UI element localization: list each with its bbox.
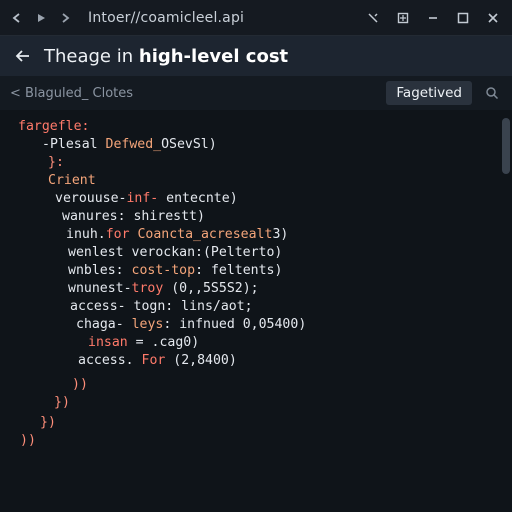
code-token: )) (72, 377, 88, 392)
sub-toolbar: < Blaguled_ Clotes Fagetived (0, 76, 512, 110)
code-token: (2,8400) (165, 353, 237, 368)
search-icon[interactable] (482, 83, 502, 103)
code-token: 3) (272, 227, 289, 242)
code-token: -Plesal (42, 137, 106, 152)
code-token: wanures: shirestt) (62, 209, 205, 224)
code-token: wnbles: (68, 263, 132, 278)
code-line: }) (40, 414, 56, 432)
code-line: access. For (2,8400) (78, 352, 237, 370)
page-title-prefix: Theage in (44, 45, 134, 67)
pin-icon[interactable] (362, 7, 384, 29)
code-token: OSevSl) (161, 137, 217, 152)
code-token: access- togn: lins/aot; (70, 299, 253, 314)
code-line: )) (20, 432, 36, 450)
minimize-icon[interactable] (422, 7, 444, 29)
code-token: Defwed_ (105, 137, 162, 152)
code-token: fargefle: (18, 119, 90, 134)
code-line: }) (54, 394, 70, 412)
code-token: insan (88, 335, 128, 350)
code-line: -Plesal Defwed_OSevSl) (42, 136, 217, 154)
code-editor[interactable]: fargefle: -Plesal Defwed_OSevSl)}: Crient v… (0, 110, 512, 512)
code-line: Crient (48, 172, 96, 190)
arrow-left-icon[interactable] (12, 45, 34, 67)
fagetived-button[interactable]: Fagetived (386, 81, 472, 105)
code-token: Coancta_acresealt (137, 227, 273, 242)
code-line: access- togn: lins/aot; (70, 298, 253, 316)
code-token: = .cag0) (127, 335, 200, 350)
code-line: wenlest verockan:(Pelterto) (68, 244, 282, 262)
code-token: : infnued 0,05400) (163, 317, 307, 332)
page-title: Theage in high-level cost (44, 46, 288, 67)
play-icon[interactable] (32, 9, 50, 27)
code-line: )) (72, 376, 88, 394)
code-token: }) (54, 395, 70, 410)
page-header: Theage in high-level cost (0, 36, 512, 76)
breadcrumb[interactable]: < Blaguled_ Clotes (10, 86, 133, 101)
code-token: )) (20, 433, 36, 448)
code-line: wanures: shirestt) (62, 208, 205, 226)
code-token: wnunest- (68, 281, 132, 296)
code-token: }: (48, 155, 64, 170)
code-token: cost-top (131, 263, 196, 278)
page-title-bold: high-level cost (138, 45, 289, 67)
code-token: (0,,5S5S2); (163, 281, 259, 296)
code-token: leys (131, 317, 164, 332)
url-bar[interactable]: Intoer//coamicleel.api (88, 10, 362, 26)
code-token: for (105, 227, 138, 242)
code-line: verouuse-inf- entecnte) (55, 190, 238, 208)
code-token: : feltents) (195, 263, 283, 278)
code-line: wnunest-troy (0,,5S5S2); (68, 280, 259, 298)
code-line: chaga- leys: infnued 0,05400) (76, 316, 306, 334)
code-token: }) (40, 415, 56, 430)
code-line: wnbles: cost-top: feltents) (68, 262, 282, 280)
code-token: inuh. (66, 227, 106, 242)
code-line: inuh.for Coancta_acresealt3) (66, 226, 288, 244)
close-icon[interactable] (482, 7, 504, 29)
browser-toolbar: Intoer//coamicleel.api (0, 0, 512, 36)
code-token: access. (78, 353, 142, 368)
code-token: entecnte) (158, 191, 238, 206)
code-token: For (141, 353, 166, 368)
code-token: Crient (48, 173, 96, 188)
code-line: fargefle: (18, 118, 89, 136)
maximize-icon[interactable] (452, 7, 474, 29)
code-line: }: (48, 154, 64, 172)
chevron-right-icon[interactable] (56, 9, 74, 27)
chevron-left-icon[interactable] (8, 9, 26, 27)
code-token: verouuse- (55, 191, 127, 206)
code-token: chaga- (76, 317, 132, 332)
code-token: troy (131, 281, 164, 296)
code-line: insan = .cag0) (88, 334, 199, 352)
code-token: wenlest verockan:(Pelterto) (68, 245, 283, 260)
scrollbar-thumb[interactable] (502, 118, 510, 174)
extensions-icon[interactable] (392, 7, 414, 29)
code-token: inf- (126, 191, 159, 206)
